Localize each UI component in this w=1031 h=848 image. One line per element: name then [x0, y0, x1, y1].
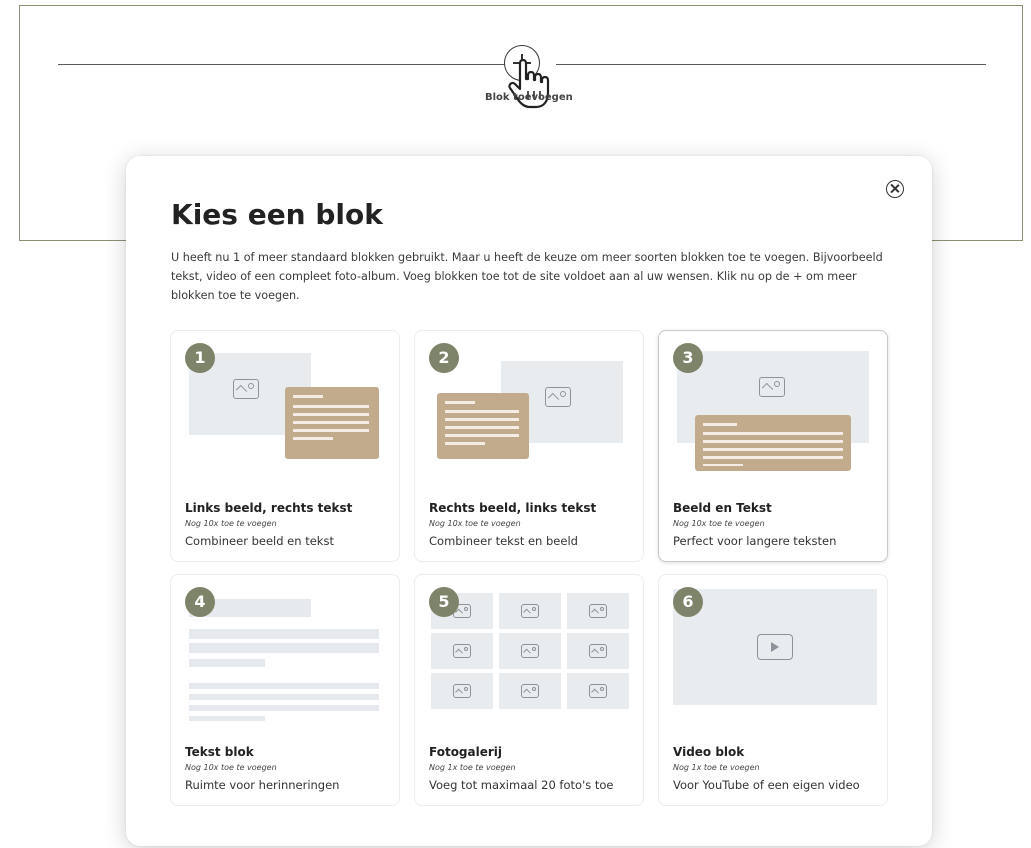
- image-icon: [521, 684, 539, 698]
- gallery-image-placeholder: [431, 673, 493, 709]
- text-line: [189, 683, 379, 689]
- image-icon: [589, 684, 607, 698]
- card-count: Nog 1x toe te voegen: [429, 763, 516, 772]
- close-icon[interactable]: [886, 180, 904, 198]
- gallery-image-placeholder: [499, 593, 561, 629]
- gallery-image-placeholder: [567, 633, 629, 669]
- card-subtitle: Perfect voor langere teksten: [673, 534, 837, 548]
- text-line: [189, 694, 379, 700]
- card-number-badge: 6: [673, 587, 703, 617]
- image-icon: [453, 684, 471, 698]
- card-subtitle: Ruimte voor herinneringen: [185, 778, 340, 792]
- text-placeholder: [695, 415, 851, 471]
- card-number-badge: 4: [185, 587, 215, 617]
- gallery-image-placeholder: [567, 673, 629, 709]
- gallery-image-placeholder: [567, 593, 629, 629]
- gallery-image-placeholder: [499, 633, 561, 669]
- block-card-text[interactable]: 4 Tekst blok Nog 10x toe te voegen Ruimt…: [170, 574, 400, 806]
- play-icon: [757, 634, 793, 660]
- image-icon: [589, 644, 607, 658]
- card-title: Video blok: [673, 745, 745, 759]
- card-number-badge: 1: [185, 343, 215, 373]
- block-card-image-left-text-right[interactable]: 1 Links beeld, rechts tekst Nog 10x toe …: [170, 330, 400, 562]
- divider-right: [556, 64, 986, 65]
- gallery-image-placeholder: [431, 633, 493, 669]
- image-icon: [759, 377, 785, 397]
- modal-description: U heeft nu 1 of meer standaard blokken g…: [171, 251, 883, 302]
- image-icon: [233, 379, 259, 399]
- text-line: [189, 659, 265, 667]
- image-icon: [521, 644, 539, 658]
- card-number-badge: 3: [673, 343, 703, 373]
- block-card-image-right-text-left[interactable]: 2 Rechts beeld, links tekst Nog 10x toe …: [414, 330, 644, 562]
- card-subtitle: Voor YouTube of een eigen video: [673, 778, 860, 792]
- text-line: [189, 716, 265, 721]
- text-line: [189, 629, 379, 639]
- card-title: Beeld en Tekst: [673, 501, 772, 515]
- card-count: Nog 1x toe te voegen: [673, 763, 760, 772]
- card-count: Nog 10x toe te voegen: [429, 519, 521, 528]
- card-title: Fotogalerij: [429, 745, 503, 759]
- image-icon: [545, 387, 571, 407]
- text-placeholder: [285, 387, 379, 459]
- card-title: Tekst blok: [185, 745, 254, 759]
- image-icon: [589, 604, 607, 618]
- text-line: [189, 705, 379, 711]
- choose-block-modal: Kies een blok U heeft nu 1 of meer stand…: [126, 156, 932, 846]
- divider-left: [58, 64, 510, 65]
- card-subtitle: Voeg tot maximaal 20 foto's toe: [429, 778, 614, 792]
- text-placeholder: [437, 393, 529, 459]
- card-count: Nog 10x toe te voegen: [673, 519, 765, 528]
- video-placeholder: [673, 589, 877, 705]
- gallery-image-placeholder: [499, 673, 561, 709]
- card-title: Rechts beeld, links tekst: [429, 501, 597, 515]
- block-card-photo-gallery[interactable]: 5 Fotogalerij Nog 1x toe te voegen Voeg …: [414, 574, 644, 806]
- text-line: [189, 643, 379, 653]
- card-number-badge: 5: [429, 587, 459, 617]
- block-card-image-and-text[interactable]: 3 Beeld en Tekst Nog 10x toe te voegen P…: [658, 330, 888, 562]
- card-number-badge: 2: [429, 343, 459, 373]
- image-icon: [521, 604, 539, 618]
- modal-title: Kies een blok: [171, 198, 383, 231]
- image-icon: [453, 644, 471, 658]
- add-block-label: Blok toevoegen: [485, 92, 573, 103]
- card-subtitle: Combineer tekst en beeld: [429, 534, 578, 548]
- card-count: Nog 10x toe te voegen: [185, 763, 277, 772]
- card-count: Nog 10x toe te voegen: [185, 519, 277, 528]
- block-card-video[interactable]: 6 Video blok Nog 1x toe te voegen Voor Y…: [658, 574, 888, 806]
- card-title: Links beeld, rechts tekst: [185, 501, 353, 515]
- card-subtitle: Combineer beeld en tekst: [185, 534, 334, 548]
